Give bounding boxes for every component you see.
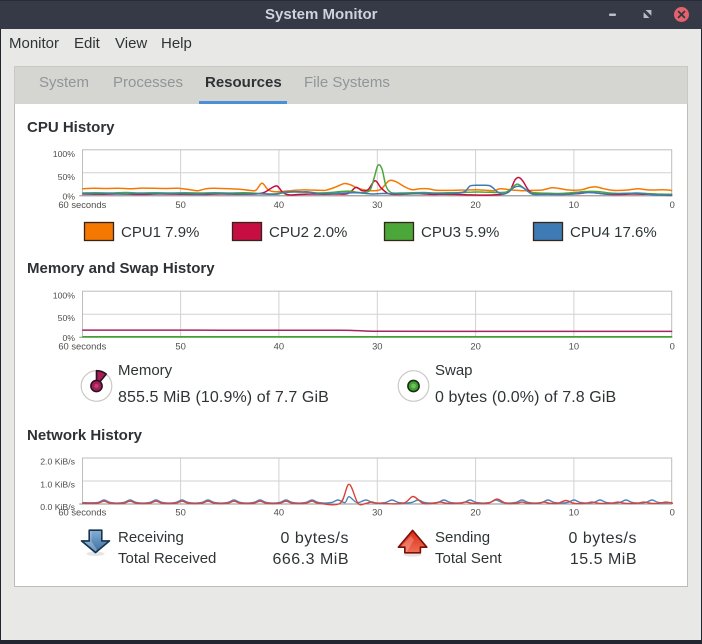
svg-text:50: 50 (175, 507, 185, 518)
svg-text:0: 0 (670, 199, 675, 210)
svg-text:20: 20 (470, 507, 480, 518)
svg-text:50: 50 (175, 340, 185, 351)
svg-text:60 seconds: 60 seconds (58, 507, 106, 518)
svg-text:10: 10 (569, 199, 579, 210)
svg-text:20: 20 (470, 199, 480, 210)
svg-text:0: 0 (670, 507, 675, 518)
svg-text:40: 40 (274, 507, 284, 518)
svg-text:30: 30 (372, 199, 382, 210)
svg-text:40: 40 (274, 340, 284, 351)
svg-text:50: 50 (175, 199, 185, 210)
svg-text:10: 10 (569, 507, 579, 518)
svg-text:0: 0 (670, 340, 675, 351)
svg-text:2.0 KiB/s: 2.0 KiB/s (40, 457, 75, 467)
svg-text:50%: 50% (58, 172, 76, 182)
svg-text:60 seconds: 60 seconds (58, 199, 106, 210)
svg-text:40: 40 (274, 199, 284, 210)
svg-text:30: 30 (372, 507, 382, 518)
svg-text:20: 20 (470, 340, 480, 351)
svg-text:100%: 100% (53, 149, 75, 159)
svg-text:10: 10 (569, 340, 579, 351)
svg-text:50%: 50% (58, 313, 76, 323)
svg-text:60 seconds: 60 seconds (58, 340, 106, 351)
svg-text:1.0 KiB/s: 1.0 KiB/s (40, 479, 75, 489)
svg-text:100%: 100% (53, 290, 75, 300)
svg-text:30: 30 (372, 340, 382, 351)
